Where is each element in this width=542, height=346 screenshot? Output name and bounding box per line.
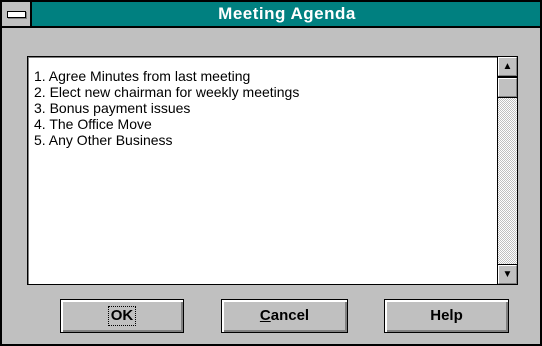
cancel-mnemonic: C <box>259 307 271 324</box>
scroll-thumb[interactable] <box>497 77 518 98</box>
list-item[interactable]: 2. Elect new chairman for weekly meeting… <box>34 84 299 100</box>
system-menu-icon[interactable] <box>2 2 32 26</box>
help-button[interactable]: Help <box>384 299 509 333</box>
down-arrow-icon: ▼ <box>502 269 513 280</box>
ok-button[interactable]: OK <box>60 299 184 333</box>
dialog-window: Meeting Agenda 1. Agree Minutes from las… <box>0 0 542 346</box>
scroll-up-button[interactable]: ▲ <box>497 56 518 77</box>
list-item[interactable]: 5. Any Other Business <box>34 132 299 148</box>
scroll-down-button[interactable]: ▼ <box>497 264 518 285</box>
cancel-button[interactable]: Cancel <box>221 299 348 333</box>
cancel-label-rest: ancel <box>270 307 310 324</box>
vertical-scrollbar[interactable]: ▲ ▼ <box>497 56 518 285</box>
help-label: Help <box>430 307 463 324</box>
list-item[interactable]: 3. Bonus payment issues <box>34 100 299 116</box>
agenda-items: 1. Agree Minutes from last meeting 2. El… <box>34 68 299 148</box>
title-bar[interactable]: Meeting Agenda <box>2 2 540 28</box>
up-arrow-icon: ▲ <box>502 61 513 72</box>
ok-label: OK <box>107 306 137 326</box>
list-item[interactable]: 1. Agree Minutes from last meeting <box>34 68 299 84</box>
window-title: Meeting Agenda <box>218 4 356 23</box>
list-item[interactable]: 4. The Office Move <box>34 116 299 132</box>
agenda-listbox[interactable]: 1. Agree Minutes from last meeting 2. El… <box>27 56 518 285</box>
cancel-label: Cancel <box>260 307 309 324</box>
